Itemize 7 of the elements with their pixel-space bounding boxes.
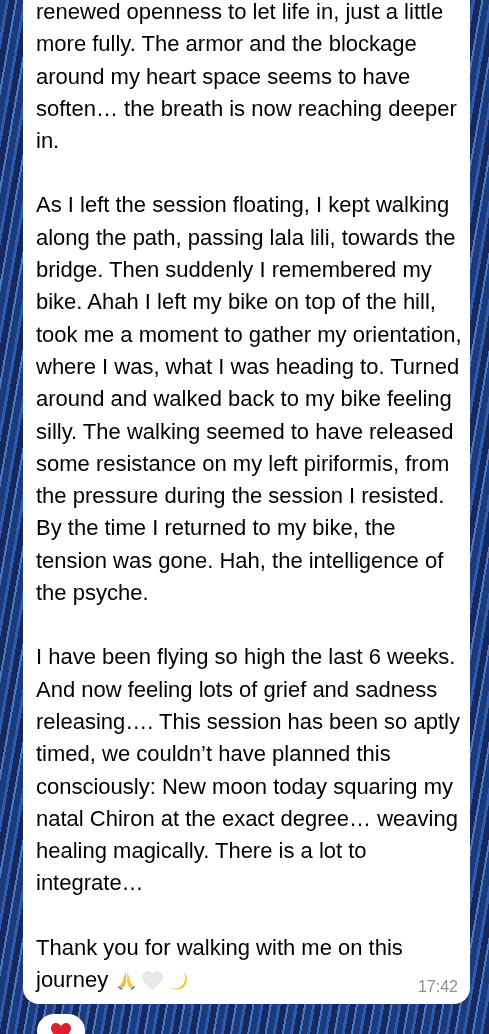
message-text: renewed openness to let life in, just a little more fully. The armor and the blockage around my heart space seems to have soften… the breath is now reaching deeper in. (36, 0, 458, 156)
message-text: As I left the session floating, I kept walking along the path, passing lala lili, towards the bridge. Then suddenly I remembered my bike. Ahah I left my bike on top of the hill, took me a moment to gather my orientation, where I was, what I was heading to. Turned around and walked back to my bike feeling silly. The walking seemed to have released some resistance on my left piriformis, from the pressure during the session I resisted. By the time I returned to my bike, the tension was gone. Hah, the intelligence of the psyche. (36, 191, 462, 608)
heart-icon (141, 968, 165, 992)
message-time: 17:42 (417, 978, 459, 997)
message-text: journey (36, 966, 109, 994)
message-text: I have been flying so high the last 6 weeks. And now feeling lots of grief and sadness releasing…. This session has been so aptly timed, we couldn’t have planned this consciously: New moon today squaring my natal Chiron at the exact degree… weaving healing magically. There is a lot to integrate… (36, 643, 461, 898)
message-text: Thank you for walking with me on this (36, 933, 404, 962)
